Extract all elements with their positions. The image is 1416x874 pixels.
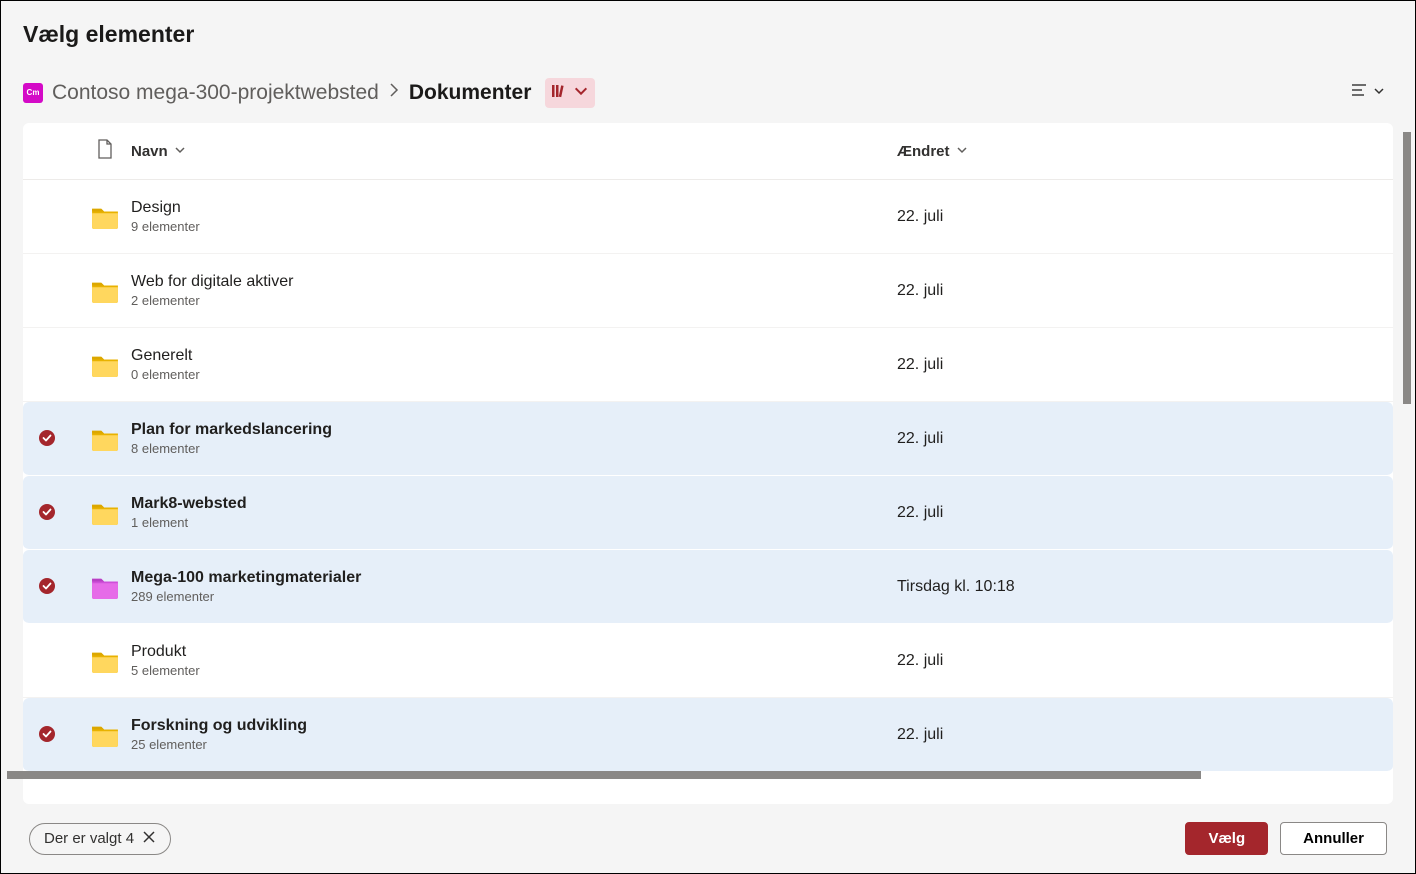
name-column-header[interactable]: Navn: [127, 143, 897, 160]
item-name: Produkt: [131, 643, 186, 661]
selection-count-pill[interactable]: Der er valgt 4: [29, 823, 171, 855]
row-name-cell[interactable]: Forskning og udvikling 25 elementer: [127, 717, 897, 752]
dialog-title: Vælg elementer: [1, 1, 1415, 52]
row-select-cell[interactable]: [39, 430, 83, 448]
folder-icon: [83, 723, 127, 747]
cancel-button[interactable]: Annuller: [1280, 822, 1387, 855]
row-modified-cell: 22. juli: [897, 208, 1377, 226]
row-name-cell[interactable]: Produkt 5 elementer: [127, 643, 897, 678]
clear-selection-icon[interactable]: [142, 830, 156, 848]
select-items-dialog: Vælg elementer Cm Contoso mega-300-proje…: [0, 0, 1416, 874]
folder-icon: [83, 279, 127, 303]
horizontal-scrollbar[interactable]: [7, 771, 1201, 779]
row-select-cell[interactable]: [39, 578, 83, 596]
table-row[interactable]: Mark8-websted 1 element 22. juli: [23, 476, 1393, 550]
item-name: Design: [131, 199, 181, 217]
folder-icon: [83, 353, 127, 377]
view-options-button[interactable]: [1341, 74, 1393, 111]
item-subtext: 5 elementer: [131, 663, 200, 678]
chevron-down-icon: [174, 143, 186, 160]
dialog-topbar: Cm Contoso mega-300-projektwebsted Dokum…: [1, 52, 1415, 123]
list-view-icon: [1349, 80, 1369, 105]
row-modified-cell: 22. juli: [897, 652, 1377, 670]
dialog-actions: Vælg Annuller: [1185, 822, 1387, 855]
breadcrumb-site-link[interactable]: Contoso mega-300-projektwebsted: [52, 81, 379, 105]
dialog-footer: Der er valgt 4 Vælg Annuller: [1, 804, 1415, 873]
row-name-cell[interactable]: Web for digitale aktiver 2 elementer: [127, 273, 897, 308]
row-modified-cell: 22. juli: [897, 282, 1377, 300]
folder-icon: [83, 205, 127, 229]
row-modified-cell: 22. juli: [897, 504, 1377, 522]
table-row[interactable]: Generelt 0 elementer 22. juli: [23, 328, 1393, 402]
row-select-cell[interactable]: [39, 726, 83, 744]
row-modified-cell: 22. juli: [897, 430, 1377, 448]
chevron-down-icon: [1373, 84, 1385, 102]
item-subtext: 289 elementer: [131, 589, 214, 604]
folder-icon: [83, 575, 127, 599]
select-button[interactable]: Vælg: [1185, 822, 1268, 855]
item-subtext: 25 elementer: [131, 737, 207, 752]
item-subtext: 2 elementer: [131, 293, 200, 308]
site-tile-icon: Cm: [23, 83, 43, 103]
file-list[interactable]: Navn Ændret Design 9 elementer 22. juli …: [23, 123, 1393, 804]
row-modified-cell: Tirsdag kl. 10:18: [897, 578, 1377, 596]
item-subtext: 1 element: [131, 515, 188, 530]
column-headers-row: Navn Ændret: [23, 123, 1393, 180]
table-row[interactable]: Design 9 elementer 22. juli: [23, 180, 1393, 254]
type-column-header[interactable]: [83, 139, 127, 163]
table-row[interactable]: Plan for markedslancering 8 elementer 22…: [23, 402, 1393, 476]
table-row[interactable]: Produkt 5 elementer 22. juli: [23, 624, 1393, 698]
breadcrumb: Contoso mega-300-projektwebsted Dokument…: [52, 78, 1341, 108]
chevron-down-icon: [573, 81, 589, 105]
row-name-cell[interactable]: Generelt 0 elementer: [127, 347, 897, 382]
row-name-cell[interactable]: Mark8-websted 1 element: [127, 495, 897, 530]
folder-icon: [83, 649, 127, 673]
column-header-label: Ændret: [897, 143, 950, 160]
table-row[interactable]: Mega-100 marketingmaterialer 289 element…: [23, 550, 1393, 624]
table-row[interactable]: Web for digitale aktiver 2 elementer 22.…: [23, 254, 1393, 328]
chevron-down-icon: [956, 143, 968, 160]
item-subtext: 0 elementer: [131, 367, 200, 382]
folder-icon: [83, 427, 127, 451]
row-modified-cell: 22. juli: [897, 356, 1377, 374]
row-select-cell[interactable]: [39, 504, 83, 522]
file-type-icon: [97, 139, 113, 163]
chevron-right-icon: [389, 83, 399, 102]
library-icon: [551, 81, 567, 105]
item-name: Mega-100 marketingmaterialer: [131, 569, 361, 587]
folder-icon: [83, 501, 127, 525]
item-subtext: 9 elementer: [131, 219, 200, 234]
item-name: Plan for markedslancering: [131, 421, 332, 439]
table-row[interactable]: Forskning og udvikling 25 elementer 22. …: [23, 698, 1393, 772]
modified-column-header[interactable]: Ændret: [897, 143, 1377, 160]
row-name-cell[interactable]: Mega-100 marketingmaterialer 289 element…: [127, 569, 897, 604]
item-name: Forskning og udvikling: [131, 717, 307, 735]
library-type-button[interactable]: [545, 78, 595, 108]
row-name-cell[interactable]: Plan for markedslancering 8 elementer: [127, 421, 897, 456]
item-subtext: 8 elementer: [131, 441, 200, 456]
selection-count-text: Der er valgt 4: [44, 830, 134, 847]
row-name-cell[interactable]: Design 9 elementer: [127, 199, 897, 234]
row-modified-cell: 22. juli: [897, 726, 1377, 744]
column-header-label: Navn: [131, 143, 168, 160]
breadcrumb-current[interactable]: Dokumenter: [409, 81, 532, 105]
item-name: Generelt: [131, 347, 192, 365]
item-name: Mark8-websted: [131, 495, 247, 513]
item-name: Web for digitale aktiver: [131, 273, 293, 291]
vertical-scrollbar[interactable]: [1403, 132, 1411, 404]
